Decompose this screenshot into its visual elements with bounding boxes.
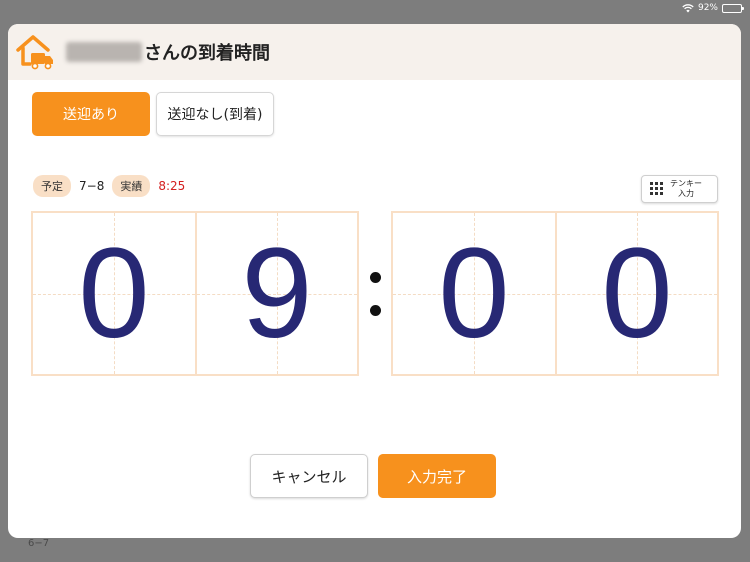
hour-tens-digit[interactable]: 0 <box>33 213 195 374</box>
minutes-group: 0 0 <box>391 211 719 376</box>
wifi-icon <box>682 3 694 12</box>
scheduled-value: 7−8 <box>79 179 105 193</box>
actual-value: 8:25 <box>158 179 186 193</box>
time-input: 0 9 0 0 <box>31 211 719 376</box>
background-row-label: 6−7 <box>28 538 50 549</box>
hour-ones-digit[interactable]: 9 <box>195 213 357 374</box>
tenkey-label-line2: 入力 <box>678 189 694 198</box>
battery-percent: 92% <box>697 3 718 13</box>
schedule-info: 予定 7−8 実績 8:25 <box>33 175 185 197</box>
tenkey-label-line1: テンキー <box>670 179 702 188</box>
cancel-button[interactable]: キャンセル <box>250 454 368 498</box>
battery-icon <box>722 3 744 13</box>
minute-tens-digit[interactable]: 0 <box>393 213 555 374</box>
scheduled-badge: 予定 <box>33 175 71 197</box>
hours-group: 0 9 <box>31 211 359 376</box>
status-bar: 92% <box>0 0 750 16</box>
home-truck-icon <box>16 35 53 70</box>
dialog-title: さんの到着時間 <box>66 39 270 65</box>
minute-ones-value: 0 <box>601 221 673 365</box>
minute-ones-digit[interactable]: 0 <box>555 213 717 374</box>
tenkey-input-button[interactable]: テンキー 入力 <box>641 175 718 203</box>
tenkey-label: テンキー 入力 <box>670 179 702 199</box>
transport-mode-toggle: 送迎あり 送迎なし(到着) <box>32 92 274 136</box>
dialog-header: さんの到着時間 <box>8 24 741 80</box>
keypad-icon <box>650 182 664 196</box>
confirm-input-button[interactable]: 入力完了 <box>378 454 496 498</box>
minute-tens-value: 0 <box>438 221 510 365</box>
with-transport-button[interactable]: 送迎あり <box>32 92 150 136</box>
blurred-person-name <box>66 42 142 62</box>
actual-badge: 実績 <box>112 175 151 197</box>
time-colon <box>359 211 391 376</box>
dialog-title-text: さんの到着時間 <box>144 43 270 64</box>
dialog-actions: キャンセル 入力完了 <box>250 454 496 498</box>
arrival-time-dialog: さんの到着時間 送迎あり 送迎なし(到着) 予定 7−8 実績 8:25 テンキ… <box>8 24 741 538</box>
without-transport-button[interactable]: 送迎なし(到着) <box>156 92 274 136</box>
hour-tens-value: 0 <box>78 221 150 365</box>
hour-ones-value: 9 <box>241 221 313 365</box>
